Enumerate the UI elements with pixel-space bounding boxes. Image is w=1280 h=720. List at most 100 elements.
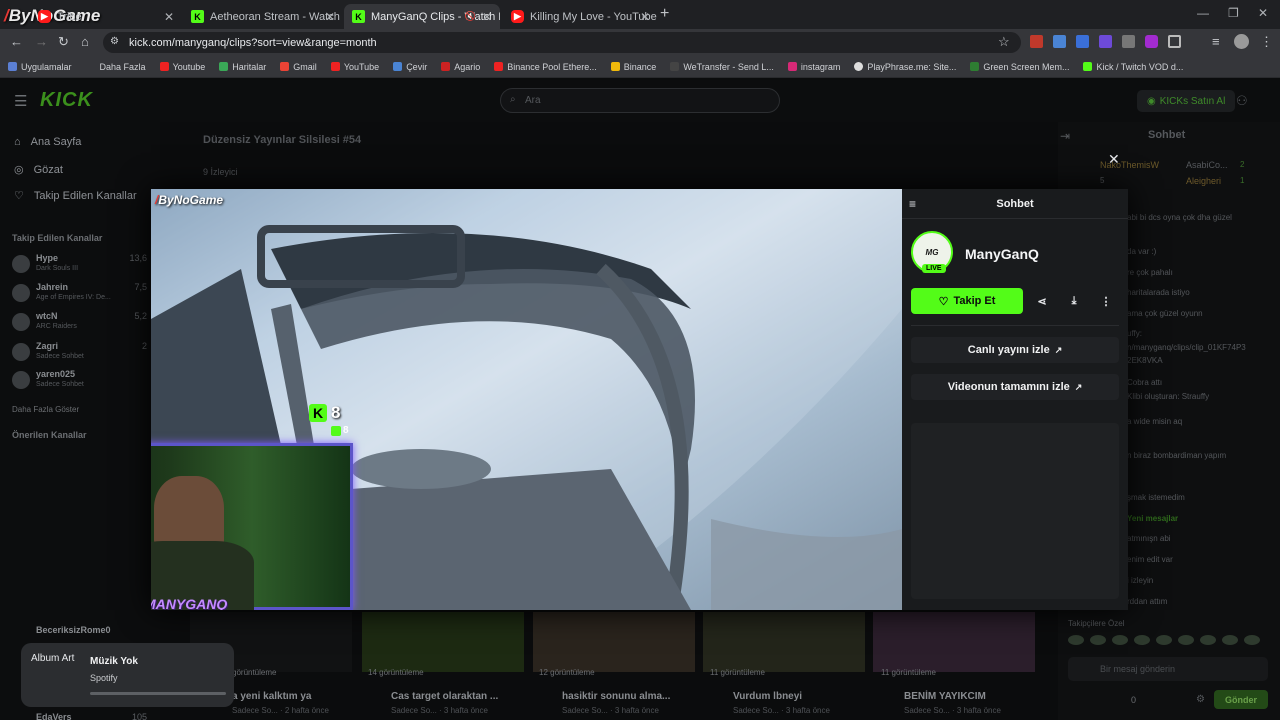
extension-icon[interactable]: [1145, 35, 1158, 48]
close-modal-icon[interactable]: ✕: [1108, 151, 1120, 168]
chat-replay-area: [911, 423, 1119, 599]
bookmark-item[interactable]: instagram: [787, 62, 840, 72]
minimize-button[interactable]: —: [1197, 6, 1209, 20]
send-button[interactable]: Gönder: [1214, 690, 1268, 709]
nav-following[interactable]: ♡ Takip Edilen Kanallar: [14, 189, 137, 203]
new-tab-button[interactable]: +: [660, 5, 669, 23]
followed-channel[interactable]: Jahrein Age of Empires IV: De... 7,5: [12, 282, 157, 308]
download-button[interactable]: ⤓: [1061, 288, 1087, 314]
watch-live-button[interactable]: Canlı yayını izle ↗: [911, 337, 1119, 363]
nav-home[interactable]: ⌂ Ana Sayfa: [14, 136, 81, 148]
bookmark-item[interactable]: Green Screen Mem...: [970, 62, 1069, 72]
share-button[interactable]: ⋖: [1029, 288, 1055, 314]
close-tab-icon[interactable]: ✕: [640, 10, 650, 24]
chat-message: ama çok güzel oyunn: [1127, 309, 1203, 318]
panel-divider: [902, 218, 1128, 219]
bookmark-item[interactable]: Haritalar: [219, 62, 266, 72]
bookmark-item[interactable]: Gmail: [280, 62, 317, 72]
clip-card[interactable]: [362, 612, 524, 672]
recommended-heading: Önerilen Kanallar: [12, 430, 87, 440]
bookmark-item[interactable]: Uygulamalar: [8, 62, 72, 72]
clip-views: 11 görüntüleme: [881, 668, 936, 677]
more-options-button[interactable]: ⋮: [1093, 288, 1119, 314]
followed-channel[interactable]: Hype Dark Souls III 13,6: [12, 253, 157, 279]
followed-channel[interactable]: Zagri Sadece Sohbet 2: [12, 341, 157, 367]
panel-title: Sohbet: [996, 198, 1034, 210]
chat-input[interactable]: Bir mesaj gönderin: [1068, 657, 1268, 681]
kick-logo[interactable]: KICK: [40, 89, 93, 112]
chat-message: abi bi dcs oyna çok dha güzel: [1127, 213, 1232, 222]
bookmark-star-icon[interactable]: ☆: [998, 34, 1010, 50]
recommended-channel[interactable]: EdaVers 105: [12, 712, 157, 720]
panel-divider: [911, 325, 1119, 326]
clip-card[interactable]: [873, 612, 1035, 672]
user-icon[interactable]: ⚇: [1236, 93, 1248, 109]
back-icon[interactable]: ←: [10, 34, 23, 49]
bookmark-item[interactable]: Youtube: [159, 62, 205, 72]
overlay-name: MANYGANQ: [151, 596, 228, 610]
menu-icon[interactable]: ⋮: [1260, 34, 1273, 50]
media-icon[interactable]: ≡: [1212, 34, 1220, 49]
clip-title[interactable]: BENİM YAYIKCIM: [904, 691, 986, 702]
tab-killing-my-love[interactable]: ▶ Killing My Love - YouTube ✕: [503, 4, 658, 29]
search-input[interactable]: Ara: [500, 88, 780, 113]
site-info-icon[interactable]: ⚙: [110, 36, 119, 47]
tab-manyganq-clips[interactable]: K ManyGanQ Clips - Watch Li 🔇 ✕: [344, 4, 500, 29]
avatar: [12, 313, 30, 331]
hud-kick-small: 8: [331, 425, 349, 436]
translate-icon[interactable]: [1053, 35, 1066, 48]
clip-meta: Sadece So... · 3 hafta önce: [562, 706, 659, 715]
followed-channel[interactable]: wtcN ARC Raiders 5,2: [12, 311, 157, 337]
avatar: [12, 343, 30, 361]
extension-icon[interactable]: [1122, 35, 1135, 48]
clip-title[interactable]: hasiktir sonunu alma...: [562, 691, 670, 702]
extension-icon[interactable]: [1076, 35, 1089, 48]
bookmark-item[interactable]: Çevir: [393, 62, 427, 72]
home-icon[interactable]: ⌂: [81, 34, 89, 49]
bookmark-item[interactable]: YouTube: [330, 62, 379, 72]
tab-aetheoran[interactable]: KAetheoran Stream - Watch Live✕: [183, 4, 343, 29]
bookmark-item[interactable]: Daha Fazla: [86, 62, 146, 72]
youtube-icon: ▶: [38, 10, 51, 23]
bookmark-item[interactable]: PlayPhrase.me: Site...: [854, 62, 956, 72]
tab-tribe[interactable]: ▶ Tribe ✕: [30, 4, 182, 29]
avatar[interactable]: [1234, 34, 1249, 49]
restore-button[interactable]: ❐: [1228, 6, 1239, 20]
streamer-name[interactable]: ManyGanQ: [965, 246, 1039, 262]
watch-full-video-button[interactable]: Videonun tamamını izle ↗: [911, 374, 1119, 400]
chat-user[interactable]: AsabiCo...: [1186, 160, 1228, 170]
clip-card[interactable]: [533, 612, 695, 672]
extension-icon[interactable]: [1099, 35, 1112, 48]
bookmark-item[interactable]: Kick / Twitch VOD d...: [1083, 62, 1183, 72]
follow-button[interactable]: ♡ Takip Et: [911, 288, 1023, 314]
close-tab-icon[interactable]: ✕: [482, 10, 492, 24]
hamburger-icon[interactable]: ☰: [14, 92, 27, 110]
extension-icon[interactable]: [1030, 35, 1043, 48]
clip-title[interactable]: Cas target olaraktan ...: [391, 691, 498, 702]
show-more-link[interactable]: Daha Fazla Göster: [12, 405, 79, 414]
close-tab-icon[interactable]: ✕: [164, 10, 174, 24]
clip-video-player[interactable]: /ByNoGame K 8 8 MANYGANQ: [151, 189, 902, 610]
reload-icon[interactable]: ↻: [58, 34, 69, 50]
clip-title[interactable]: a yeni kalktım ya: [232, 691, 312, 702]
forward-icon[interactable]: →: [35, 34, 48, 49]
close-window-button[interactable]: ✕: [1258, 6, 1268, 20]
settings-icon[interactable]: ⚙: [1196, 694, 1205, 705]
bookmark-item[interactable]: Binance: [610, 62, 656, 72]
puzzle-icon[interactable]: [1168, 35, 1181, 48]
nav-browse[interactable]: ◎ Gözat: [14, 163, 63, 177]
bookmark-item[interactable]: Agario: [441, 62, 480, 72]
progress-bar[interactable]: [90, 692, 226, 695]
collapse-chat-icon[interactable]: ⇥: [1060, 129, 1070, 143]
close-tab-icon[interactable]: 🔇: [465, 11, 476, 22]
chat-message: haritalarada istiyo: [1127, 288, 1190, 297]
bookmark-item[interactable]: Binance Pool Ethere...: [494, 62, 597, 72]
bookmark-item[interactable]: WeTransfer - Send L...: [670, 62, 774, 72]
clip-title[interactable]: Vurdum lbneyi: [733, 691, 802, 702]
clip-card[interactable]: [703, 612, 865, 672]
buy-kicks-button[interactable]: ◉ KICKs Satın Al: [1137, 90, 1236, 112]
close-tab-icon[interactable]: ✕: [325, 10, 335, 24]
chat-user[interactable]: Aleigheri: [1186, 176, 1221, 186]
followed-channel[interactable]: yaren025 Sadece Sohbet: [12, 369, 157, 395]
address-bar[interactable]: kick.com/manyganq/clips?sort=view&range=…: [103, 32, 1021, 53]
